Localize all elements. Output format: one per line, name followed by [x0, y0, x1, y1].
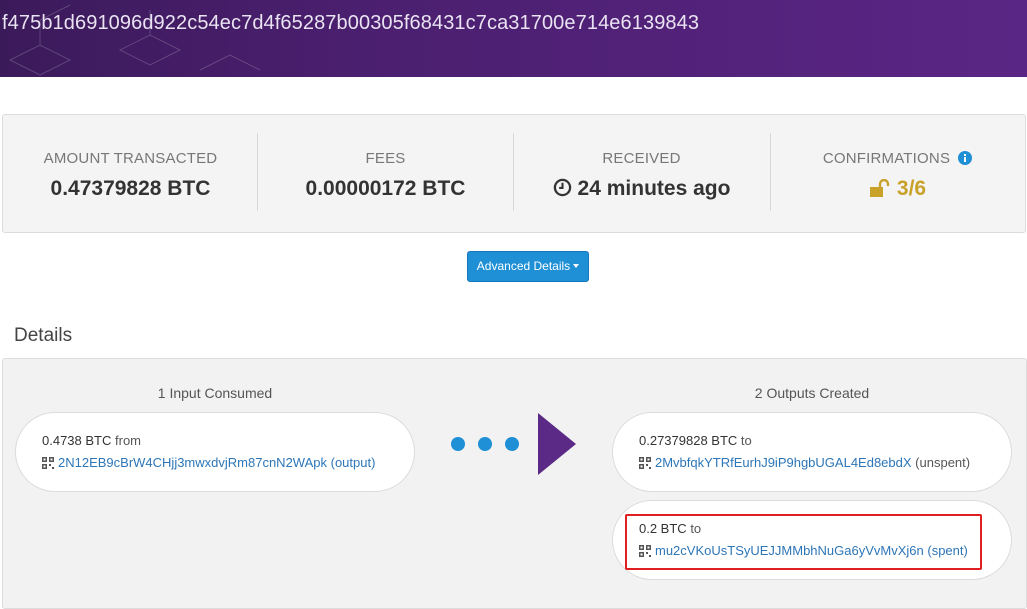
confirmations-label-row: CONFIRMATIONS	[770, 150, 1025, 167]
input-direction: from	[115, 433, 141, 448]
unlock-icon	[869, 179, 890, 197]
output-1-status: (unspent)	[915, 455, 971, 470]
outputs-heading: 2 Outputs Created	[754, 385, 870, 401]
flow-arrow-icon	[538, 413, 576, 475]
transaction-hash: f475b1d691096d922c54ec7d4f65287b00305f68…	[2, 12, 700, 34]
received-label: RECEIVED	[602, 150, 681, 167]
received-value-row: 24 minutes ago	[514, 177, 769, 201]
input-amount-row: 0.4738 BTC from	[42, 433, 141, 448]
output-1-amount: 0.27379828 BTC	[639, 433, 738, 448]
qr-code-icon[interactable]	[42, 457, 54, 469]
output-1-amount-row: 0.27379828 BTC to	[639, 433, 752, 448]
output-card-1: 0.27379828 BTC to 2MvbfqkYTRfEurhJ9iP9hg…	[612, 412, 1012, 492]
advanced-details-label: Advanced Details	[476, 259, 571, 273]
received-stat: RECEIVED 24 minutes ago	[514, 115, 769, 232]
confirmations-label: CONFIRMATIONS	[822, 150, 951, 167]
input-card: 0.4738 BTC from 2N12EB9cBrW4CHjj3mwxdvjR…	[15, 412, 415, 492]
advanced-details-button[interactable]: Advanced Details	[467, 251, 589, 282]
output-1-address-row: 2MvbfqkYTRfEurhJ9iP9hgbUGAL4Ed8ebdX (uns…	[639, 455, 970, 470]
confirmations-value-row: 3/6	[770, 177, 1025, 201]
input-address-row: 2N12EB9cBrW4CHjj3mwxdvjRm87cnN2WApk (out…	[42, 455, 375, 470]
highlight-box	[625, 514, 982, 570]
clock-icon	[553, 178, 571, 197]
flow-dot	[451, 437, 465, 451]
fees-value: 0.00000172 BTC	[305, 177, 466, 200]
received-value: 24 minutes ago	[577, 177, 731, 200]
input-address-link[interactable]: 2N12EB9cBrW4CHjj3mwxdvjRm87cnN2WApk	[58, 455, 327, 470]
details-heading: Details	[14, 325, 73, 346]
confirmations-stat: CONFIRMATIONS 3/6	[770, 115, 1025, 232]
amount-stat: AMOUNT TRANSACTED 0.47379828 BTC	[3, 115, 258, 232]
transaction-summary: AMOUNT TRANSACTED 0.47379828 BTC FEES 0.…	[2, 114, 1026, 233]
input-output-link[interactable]: (output)	[331, 455, 376, 470]
amount-value: 0.47379828 BTC	[50, 177, 211, 200]
input-amount: 0.4738 BTC	[42, 433, 112, 448]
fees-stat: FEES 0.00000172 BTC	[258, 115, 513, 232]
qr-code-icon[interactable]	[639, 457, 651, 469]
info-icon[interactable]	[958, 151, 973, 165]
page-header: f475b1d691096d922c54ec7d4f65287b00305f68…	[0, 0, 1027, 77]
flow-dot	[478, 437, 492, 451]
output-1-address-link[interactable]: 2MvbfqkYTRfEurhJ9iP9hgbUGAL4Ed8ebdX	[655, 455, 912, 470]
fees-label: FEES	[365, 150, 406, 167]
output-1-direction: to	[740, 433, 752, 448]
confirmations-value: 3/6	[896, 177, 927, 200]
caret-down-icon	[573, 264, 580, 268]
flow-dot	[505, 437, 519, 451]
amount-label: AMOUNT TRANSACTED	[43, 150, 218, 167]
inputs-heading: 1 Input Consumed	[157, 385, 273, 401]
